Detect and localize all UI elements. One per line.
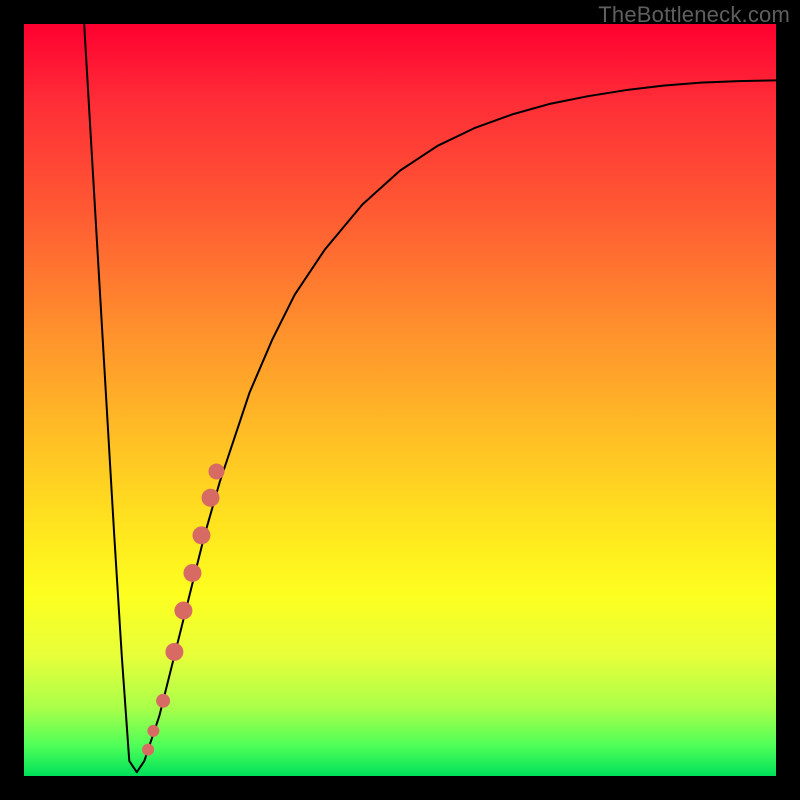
chart-frame: TheBottleneck.com: [0, 0, 800, 800]
chart-marker: [165, 643, 183, 661]
chart-marker: [202, 489, 220, 507]
chart-overlay: [24, 24, 776, 776]
plot-area: [24, 24, 776, 776]
chart-marker: [209, 463, 225, 479]
watermark-text: TheBottleneck.com: [598, 2, 790, 28]
chart-marker: [142, 744, 154, 756]
chart-marker: [156, 694, 170, 708]
bottleneck-curve: [84, 24, 776, 772]
chart-marker: [183, 564, 201, 582]
chart-marker: [147, 725, 159, 737]
chart-marker: [174, 602, 192, 620]
chart-marker: [192, 526, 210, 544]
